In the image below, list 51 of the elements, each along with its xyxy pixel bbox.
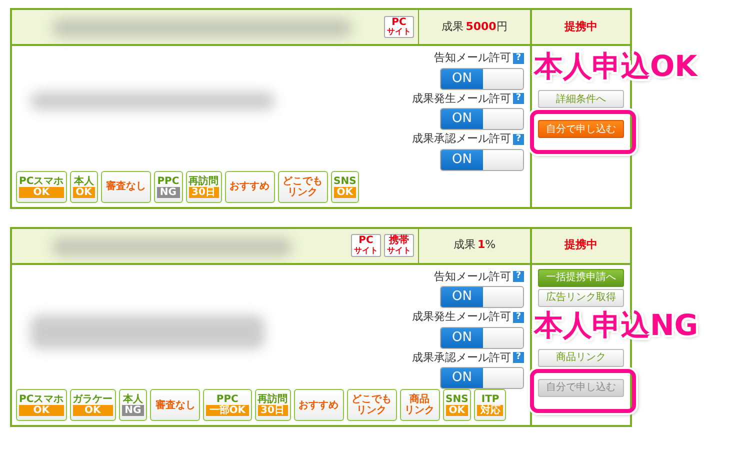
mail-permission-label: 成果承認メール許可 [412,350,511,366]
result-label: 成果 [453,237,476,254]
mail-permission-label: 成果発生メール許可 [412,90,511,106]
feature-badge: おすすめ [294,389,344,421]
action-button[interactable]: 自分で申し込む [538,120,624,138]
feature-badge: PPC NG [154,170,182,202]
feature-badge: SNS OK [330,170,360,202]
feature-badge: PCスマホ OK [16,389,67,421]
status-label: 提携中 [530,10,630,44]
help-icon[interactable]: ? [513,352,524,364]
feature-badge: PPC 一部OK [203,389,252,421]
feature-badge: 本人 OK [70,170,98,202]
result-value: 5000円 [466,18,508,35]
action-button[interactable]: 一括提携申請へ [538,268,624,286]
feature-badge: 審査なし [100,170,151,202]
on-off-toggle[interactable]: ON [440,286,524,308]
feature-badge: 本人 NG [118,389,148,421]
site-tag: PC サイト [384,16,414,38]
help-icon[interactable]: ? [513,271,524,282]
help-icon[interactable]: ? [513,312,524,323]
help-icon[interactable]: ? [513,134,524,145]
feature-badge: 再訪問 30日 [186,170,222,202]
feature-badge: どこでも リンク [278,170,328,202]
on-off-toggle[interactable]: ON [440,148,524,170]
feature-badge: 審査なし [150,389,200,421]
feature-badge: ITP 対応 [474,389,506,421]
site-tag: PC サイト [351,234,381,257]
help-icon[interactable]: ? [513,52,524,64]
on-off-toggle[interactable]: ON [440,68,524,90]
status-label: 提携中 [530,228,630,262]
mail-permission-label: 成果承認メール許可 [412,131,511,147]
action-button[interactable]: 商品リンク [538,348,624,366]
feature-badge: ガラケー OK [70,389,116,421]
result-value: 1% [477,237,496,254]
mail-permission-label: 成果発生メール許可 [412,309,511,325]
action-button[interactable]: 広告リンク取得 [538,288,624,306]
feature-badge: 商品 リンク [400,389,440,421]
on-off-toggle[interactable]: ON [440,367,524,389]
feature-badge: おすすめ [224,170,274,202]
mail-permission-label: 告知メール許可 [434,50,511,66]
feature-badge: どこでも リンク [346,389,396,421]
help-icon[interactable]: ? [513,93,524,104]
on-off-toggle[interactable]: ON [440,326,524,348]
mail-permission-label: 告知メール許可 [434,268,511,284]
action-button[interactable]: 詳細条件へ [538,90,624,108]
on-off-toggle[interactable]: ON [440,108,524,130]
result-label: 成果 [442,18,464,35]
site-tag: 携帯 サイト [384,234,414,257]
feature-badge: PCスマホ OK [16,170,67,202]
feature-badge: 再訪問 30日 [254,389,290,421]
feature-badge: SNS OK [442,389,472,421]
